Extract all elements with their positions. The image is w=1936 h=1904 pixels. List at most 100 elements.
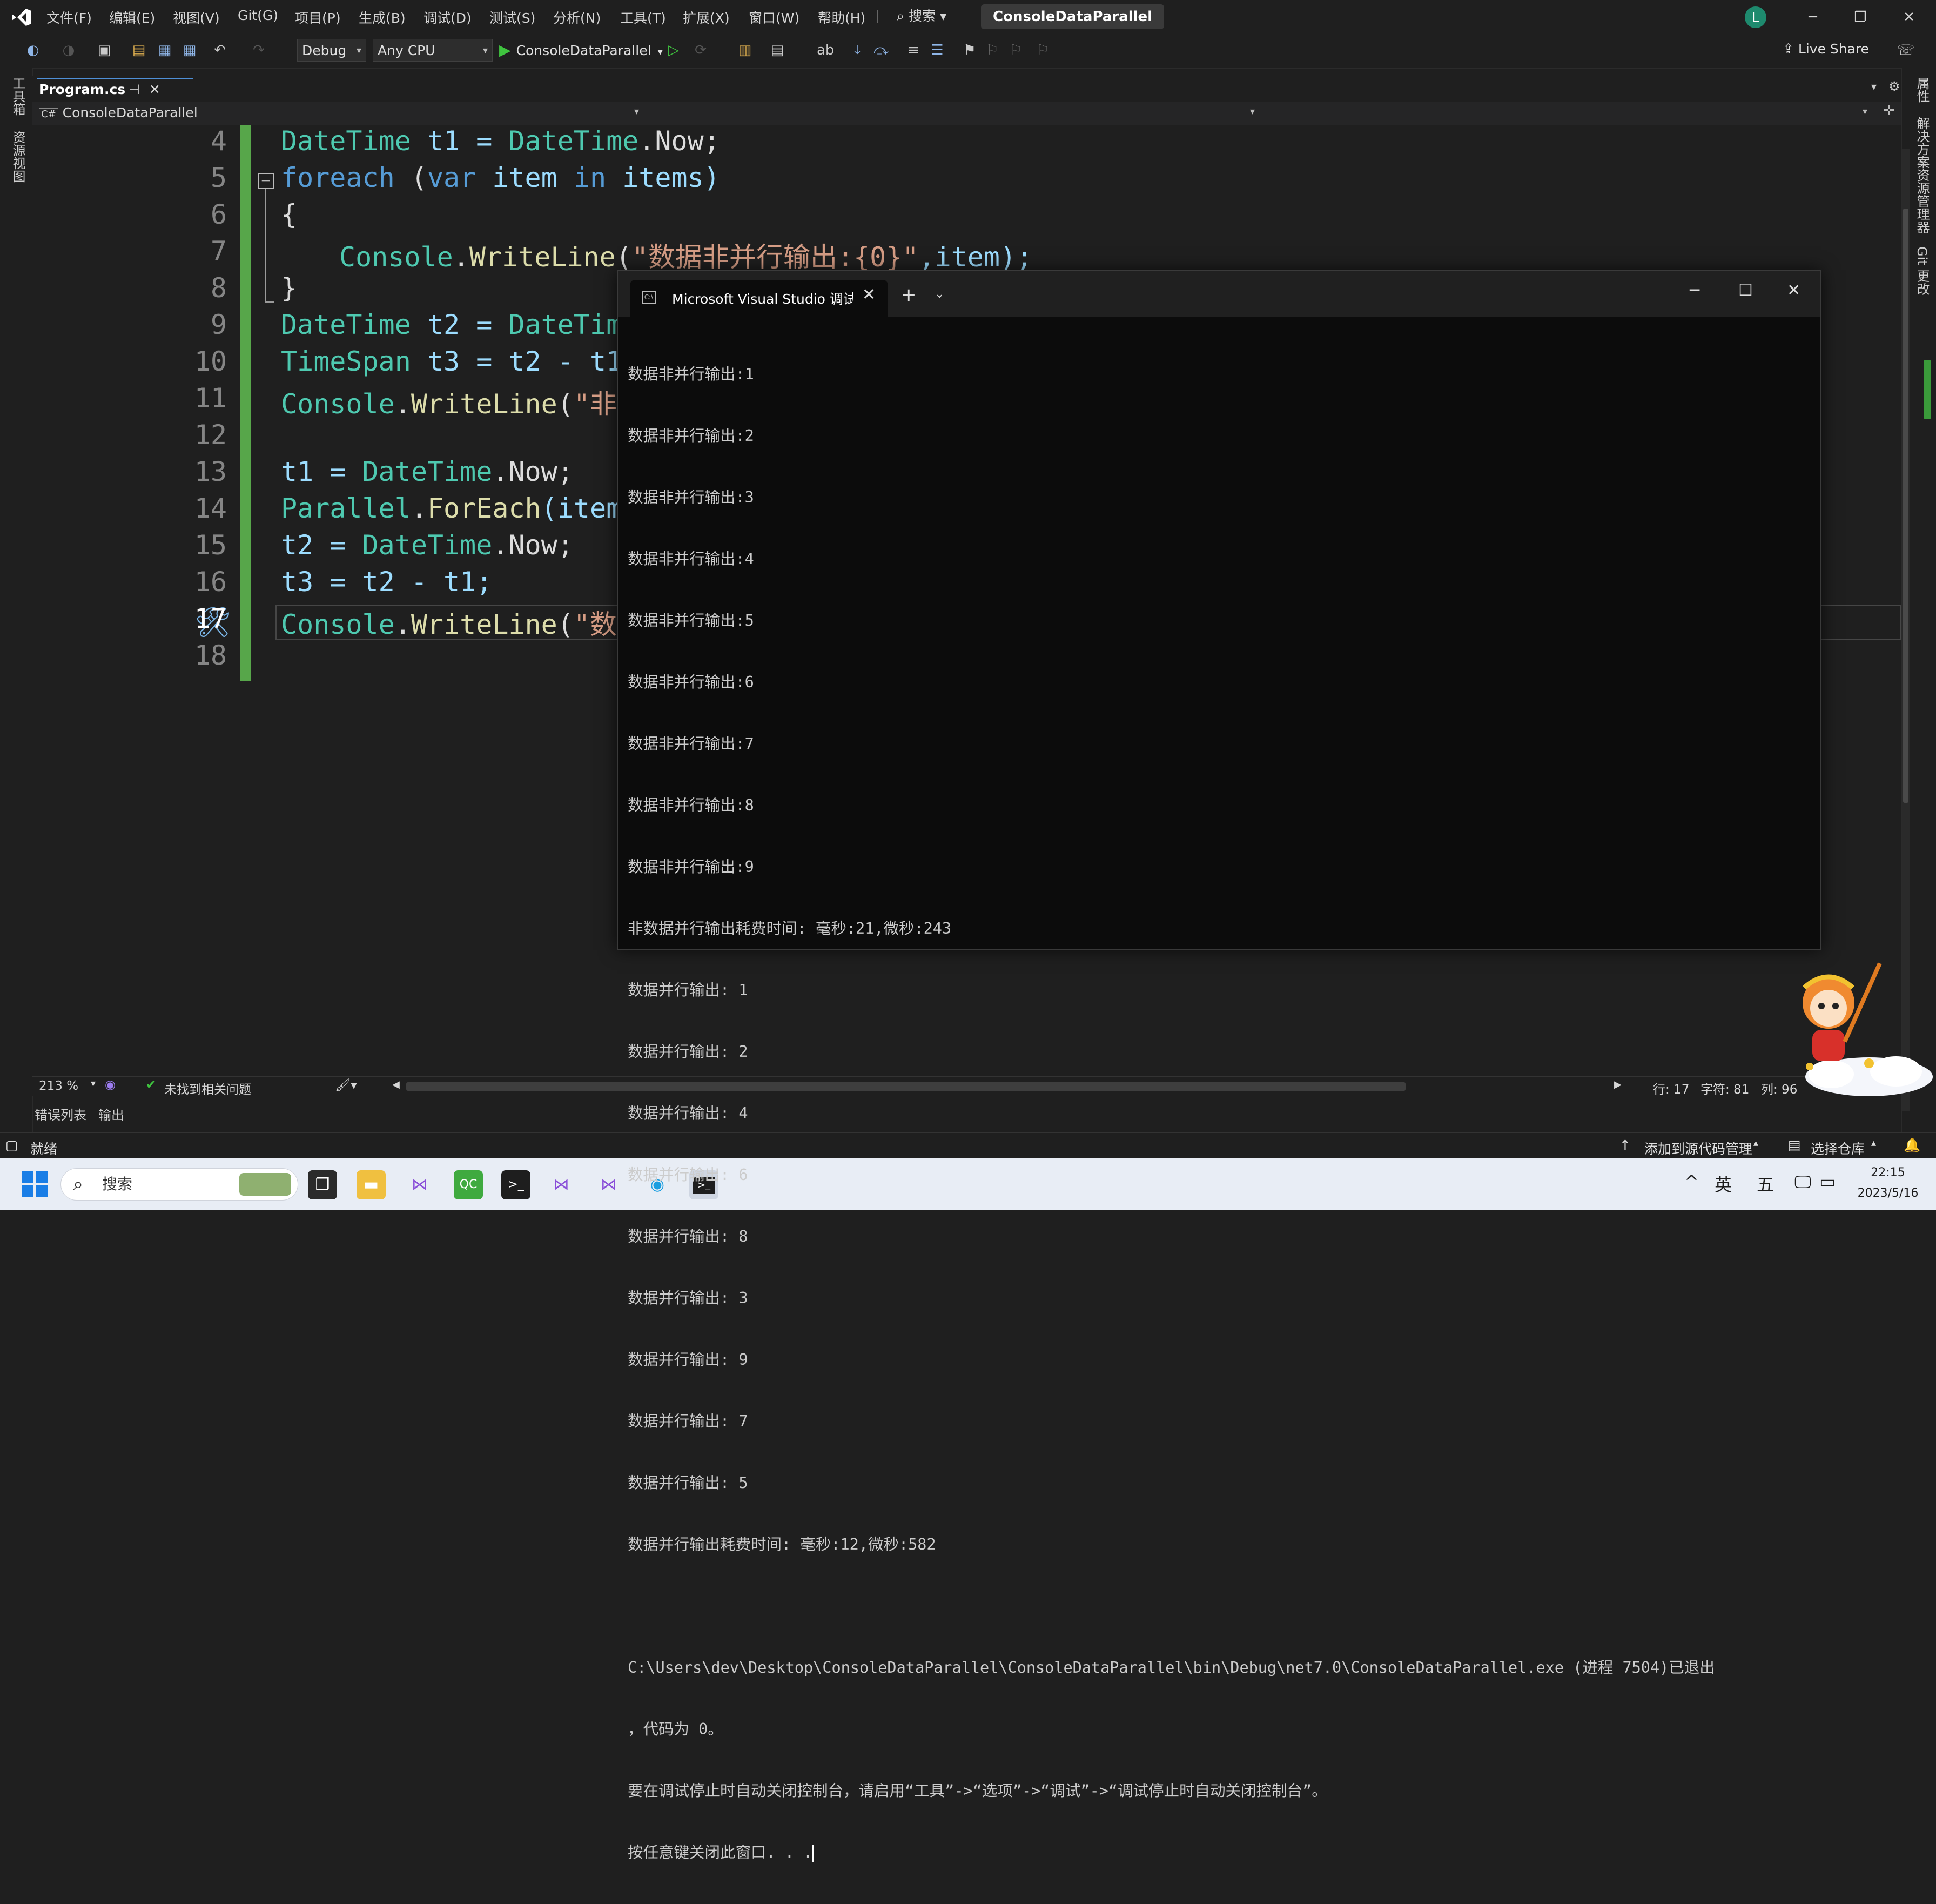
step-over-icon[interactable]: ⤼ (873, 42, 889, 58)
start-debugging-button[interactable]: ▶ ConsoleDataParallel ▾ (499, 39, 663, 62)
menu-analyze[interactable]: 分析(N) (553, 8, 601, 27)
line-number: 4 (210, 125, 227, 157)
solution-name: ConsoleDataParallel (981, 4, 1165, 29)
csharp-project-icon: C# (39, 108, 58, 120)
solution-configuration-select[interactable]: Debug ▾ (297, 39, 366, 62)
indent-icon[interactable]: ≡ (905, 42, 922, 58)
chevron-up-icon[interactable]: ▴ (1871, 1137, 1876, 1149)
account-avatar[interactable]: L (1745, 6, 1766, 28)
chevron-down-icon[interactable]: ▾ (91, 1078, 96, 1089)
notification-icon[interactable]: ▢ (5, 1137, 18, 1153)
close-icon[interactable]: ✕ (1898, 6, 1920, 28)
resource-view-tab[interactable]: 资源视图 (9, 131, 28, 183)
select-repository[interactable]: 选择仓库 (1811, 1138, 1865, 1158)
collapse-icon[interactable]: − (258, 173, 274, 189)
step-into-icon[interactable]: ⤓ (849, 42, 865, 58)
visual-studio-running-icon[interactable]: ⋈ (594, 1170, 623, 1199)
windows-start-icon[interactable] (22, 1171, 48, 1197)
visual-studio-running-icon[interactable]: ⋈ (547, 1170, 576, 1199)
debug-console-window[interactable]: C:\ Microsoft Visual Studio 调试控制台 ✕ + ⌄ … (617, 270, 1821, 1862)
solution-platform-select[interactable]: Any CPU ▾ (373, 39, 493, 62)
system-clock[interactable]: 22:15 2023/5/16 (1847, 1163, 1928, 1204)
bell-icon[interactable]: 🔔 (1904, 1137, 1920, 1154)
tab-output[interactable]: 输出 (98, 1104, 124, 1123)
minimize-icon[interactable]: ─ (1690, 281, 1699, 300)
line-number: 9 (210, 309, 227, 340)
open-file-icon[interactable]: ▤ (131, 42, 147, 58)
comment-icon[interactable]: ☰ (929, 42, 945, 58)
clock-date: 2023/5/16 (1857, 1186, 1919, 1200)
zoom-level[interactable]: 213 % (39, 1079, 78, 1093)
solution-explorer-icon[interactable]: ▥ (737, 42, 753, 58)
chevron-down-icon[interactable]: ▾ (1250, 106, 1255, 117)
menu-debug[interactable]: 调试(D) (424, 8, 472, 27)
save-all-icon[interactable]: ▦ (182, 42, 198, 58)
start-without-debugging-icon[interactable]: ▷ (666, 42, 682, 58)
live-share-button[interactable]: ⇪ Live Share (1783, 41, 1869, 57)
split-editor-icon[interactable]: ✛ (1883, 103, 1895, 119)
battery-icon[interactable]: ▭ (1819, 1171, 1836, 1192)
spell-check-icon[interactable]: ab (817, 42, 834, 58)
undo-icon[interactable]: ↶ (212, 42, 228, 58)
menu-view[interactable]: 视图(V) (173, 8, 220, 27)
issues-status[interactable]: 未找到相关问题 (164, 1079, 251, 1097)
forward-navigation-icon[interactable]: ◑ (60, 42, 77, 58)
redo-icon[interactable]: ↷ (251, 42, 267, 58)
task-view-icon[interactable]: ❐ (308, 1170, 337, 1199)
console-tab[interactable]: C:\ Microsoft Visual Studio 调试控制台 ✕ (630, 280, 888, 317)
bookmark-prev-icon[interactable]: ⚐ (984, 42, 1000, 58)
restore-icon[interactable]: ❐ (1850, 6, 1871, 28)
new-project-icon[interactable]: ▣ (96, 42, 112, 58)
pin-icon[interactable]: ⊣ (129, 79, 140, 100)
console-output[interactable]: 数据非并行输出:1 数据非并行输出:2 数据非并行输出:3 数据非并行输出:4 … (628, 323, 1811, 1904)
bookmark-clear-icon[interactable]: ⚐ (1035, 42, 1051, 58)
properties-tab[interactable]: 属性 (1913, 77, 1932, 103)
console-titlebar[interactable]: C:\ Microsoft Visual Studio 调试控制台 ✕ + ⌄ … (618, 271, 1820, 317)
settings-gear-icon[interactable]: ⚙ (1888, 79, 1900, 94)
scrollbar-thumb[interactable] (1903, 209, 1908, 803)
close-tab-icon[interactable]: ✕ (149, 79, 160, 100)
scroll-left-icon[interactable]: ◀ (392, 1079, 400, 1090)
visual-studio-app-icon[interactable]: ⋈ (405, 1170, 434, 1199)
tab-program-cs[interactable]: Program.cs ⊣ ✕ (37, 78, 193, 102)
copilot-icon[interactable]: ◉ (105, 1078, 116, 1092)
minimize-icon[interactable]: ─ (1802, 6, 1824, 28)
layout-icon[interactable]: ▤ (769, 42, 785, 58)
tab-error-list[interactable]: 错误列表 (35, 1104, 86, 1123)
git-changes-tab[interactable]: Git 更改 (1913, 246, 1932, 295)
menu-git[interactable]: Git(G) (238, 8, 278, 23)
menu-help[interactable]: 帮助(H) (818, 8, 865, 27)
menu-build[interactable]: 生成(B) (359, 8, 406, 27)
visual-studio-logo-icon[interactable] (10, 6, 33, 28)
bookmark-next-icon[interactable]: ⚐ (1008, 42, 1024, 58)
new-tab-icon[interactable]: + (901, 284, 917, 306)
close-icon[interactable]: ✕ (1787, 281, 1800, 300)
menu-test[interactable]: 测试(S) (489, 8, 535, 27)
menu-tools[interactable]: 工具(T) (620, 8, 666, 27)
taskbar-search-box[interactable]: ⌕ 搜索 (60, 1168, 298, 1201)
menu-window[interactable]: 窗口(W) (749, 8, 799, 27)
terminal-icon[interactable]: >_ (501, 1170, 530, 1199)
maximize-icon[interactable]: ☐ (1738, 281, 1753, 300)
back-navigation-icon[interactable]: ◐ (25, 42, 41, 58)
bookmark-icon[interactable]: ⚑ (962, 42, 978, 58)
chevron-down-icon[interactable]: ⌄ (935, 287, 944, 301)
feedback-icon[interactable]: ☏ (1897, 42, 1915, 58)
menu-edit[interactable]: 编辑(E) (109, 8, 155, 27)
solution-explorer-tab[interactable]: 解决方案资源管理器 (1913, 117, 1932, 233)
chevron-down-icon[interactable]: ▾ (1863, 106, 1867, 117)
project-dropdown[interactable]: C# ConsoleDataParallel (39, 105, 198, 120)
code-cleanup-icon[interactable]: 🖌▾ (335, 1078, 357, 1092)
search-button[interactable]: ⌕ 搜索 ▾ (897, 5, 946, 25)
qt-creator-icon[interactable]: QC (454, 1170, 483, 1199)
file-explorer-icon[interactable]: ▬ (357, 1170, 386, 1199)
menu-file[interactable]: 文件(F) (46, 8, 92, 27)
tab-list-dropdown-icon[interactable]: ▾ (1871, 80, 1877, 93)
hot-reload-icon[interactable]: ⟳ (693, 42, 709, 58)
save-icon[interactable]: ▦ (157, 42, 173, 58)
menu-extensions[interactable]: 扩展(X) (683, 8, 730, 27)
toolbox-tab[interactable]: 工具箱 (9, 77, 28, 116)
menu-project[interactable]: 项目(P) (295, 8, 341, 27)
chevron-down-icon[interactable]: ▾ (634, 106, 639, 117)
close-tab-icon[interactable]: ✕ (862, 285, 876, 304)
